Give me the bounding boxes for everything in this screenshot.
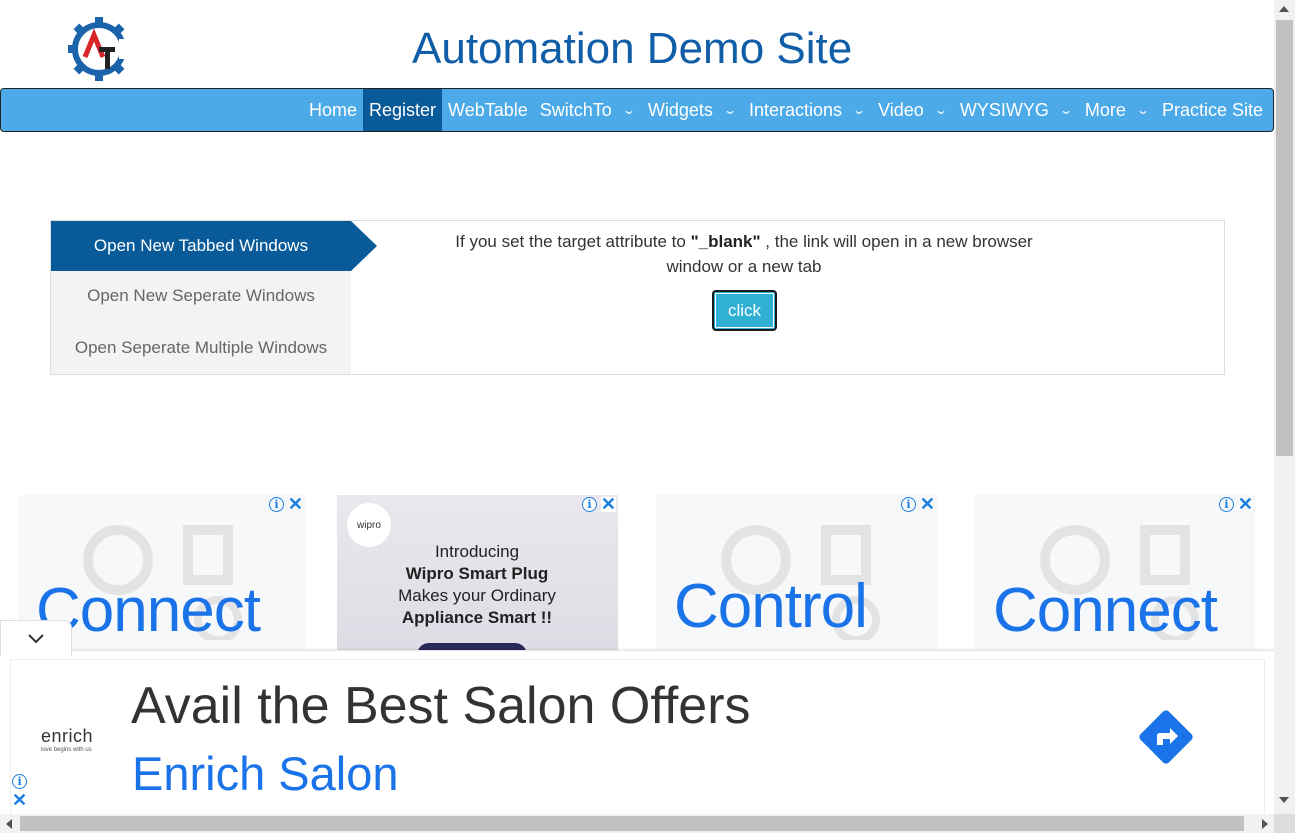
info-icon[interactable]: i [268, 497, 284, 512]
wipro-line-4: Appliance Smart !! [401, 608, 553, 627]
main-navbar: Home Register WebTable SwitchTo ⌄ Widgets ⌄ Int… [0, 88, 1274, 132]
close-icon[interactable]: ✕ [920, 495, 935, 513]
enrich-tagline: love begins with us [41, 747, 92, 753]
click-button[interactable]: click [712, 290, 777, 331]
wipro-line-3: Makes your Ordinary [398, 586, 556, 605]
chevron-down-icon: ⌄ [933, 103, 948, 117]
vertical-scrollbar[interactable] [1274, 0, 1295, 814]
close-icon[interactable]: ✕ [600, 495, 616, 513]
info-icon[interactable]: i [12, 774, 28, 789]
horizontal-scroll-thumb[interactable] [20, 816, 1244, 831]
nav-item-label: Video [878, 99, 924, 120]
site-title: Automation Demo Site [412, 24, 853, 73]
chevron-down-icon: ⌄ [722, 103, 737, 117]
enrich-logo: enrich love begins with us [41, 726, 111, 753]
close-icon[interactable]: ✕ [12, 791, 27, 809]
nav-item-label: Home [309, 99, 358, 120]
info-icon[interactable]: i [1218, 497, 1234, 512]
scroll-right-arrow-icon[interactable] [1262, 819, 1268, 829]
ad-banner-4[interactable]: i ✕ Connect [975, 495, 1255, 655]
close-icon[interactable]: ✕ [1238, 495, 1253, 513]
windows-panel: Open New Tabbed Windows Open New Seperat… [50, 220, 1225, 375]
nav-item-interactions[interactable]: Interactions ⌄ [743, 89, 872, 131]
chevron-down-icon [28, 633, 44, 643]
nav-item-label: Practice Site [1162, 99, 1264, 120]
tab-open-new-seperate-windows[interactable]: Open New Seperate Windows [51, 271, 351, 321]
nav-item-label: Register [369, 99, 437, 120]
ad-headline: Connect [993, 576, 1218, 645]
close-icon[interactable]: ✕ [288, 495, 303, 513]
ad-banner-3[interactable]: i ✕ Control [656, 495, 937, 655]
tab-description: If you set the target attribute to "_bla… [449, 229, 1039, 279]
info-icon[interactable]: i [900, 497, 916, 512]
scroll-down-arrow-icon[interactable] [1279, 797, 1289, 803]
tab-panel: If you set the target attribute to "_bla… [351, 221, 1224, 374]
chevron-down-icon: ⌄ [1135, 103, 1151, 117]
horizontal-scrollbar[interactable] [0, 814, 1274, 833]
bottom-anchor-ad[interactable]: enrich love begins with us Avail the Bes… [0, 650, 1274, 816]
enrich-brand: enrich [41, 726, 94, 746]
ad-controls: i ✕ [900, 495, 935, 513]
automation-gear-logo-icon [67, 17, 133, 81]
nav-item-label: WebTable [448, 99, 528, 120]
nav-item-wysiwyg[interactable]: WYSIWYG ⌄ [954, 89, 1079, 131]
nav-item-label: Interactions [748, 99, 843, 120]
ad-controls: i ✕ [1218, 495, 1253, 513]
bottom-ad-content: enrich love begins with us Avail the Bes… [10, 659, 1265, 816]
wipro-line-2: Wipro Smart Plug [405, 564, 549, 583]
bottom-ad-advertiser[interactable]: Enrich Salon [132, 746, 399, 801]
nav-item-video[interactable]: Video ⌄ [872, 89, 954, 131]
chevron-down-icon: ⌄ [621, 103, 636, 117]
nav-item-switchto[interactable]: SwitchTo ⌄ [534, 89, 642, 131]
tab-open-new-tabbed-windows[interactable]: Open New Tabbed Windows [51, 221, 377, 271]
chevron-down-icon: ⌄ [1058, 103, 1073, 117]
wipro-line-1: Introducing [434, 542, 520, 561]
desc-prefix: If you set the target attribute to [455, 232, 691, 251]
nav-item-register[interactable]: Register [363, 89, 443, 131]
tab-open-seperate-multiple-windows[interactable]: Open Seperate Multiple Windows [51, 321, 351, 374]
window-tabs: Open New Tabbed Windows Open New Seperat… [51, 221, 377, 374]
nav-item-widgets[interactable]: Widgets ⌄ [642, 89, 743, 131]
ad-controls: i ✕ [581, 495, 616, 513]
vertical-scroll-thumb[interactable] [1276, 20, 1293, 456]
scroll-left-arrow-icon[interactable] [6, 819, 12, 829]
nav-item-label: SwitchTo [539, 99, 612, 120]
site-logo[interactable] [67, 16, 133, 82]
scrollbar-corner [1274, 814, 1295, 833]
ad-controls: i ✕ [268, 495, 303, 513]
chevron-down-icon: ⌄ [852, 103, 867, 117]
ad-headline: Control [674, 572, 868, 641]
nav-item-label: WYSIWYG [959, 99, 1049, 120]
nav-item-home[interactable]: Home [303, 89, 363, 131]
directions-arrow-icon[interactable] [1137, 708, 1195, 766]
nav-item-more[interactable]: More ⌄ [1079, 89, 1156, 131]
desc-bold: "_blank" [690, 232, 761, 251]
scroll-up-arrow-icon[interactable] [1279, 6, 1289, 12]
wipro-copy: Introducing Wipro Smart Plug Makes your … [367, 541, 587, 629]
bottom-ad-controls: i ✕ [12, 774, 28, 809]
nav-item-label: Widgets [647, 99, 713, 120]
nav-item-label: More [1084, 99, 1126, 120]
nav-item-practice-site[interactable]: Practice Site [1156, 89, 1269, 131]
nav-item-webtable[interactable]: WebTable [442, 89, 534, 131]
ad-banner-2[interactable]: wipro i ✕ Introducing Wipro Smart Plug M… [337, 495, 618, 655]
info-icon[interactable]: i [581, 497, 597, 512]
bottom-ad-headline[interactable]: Avail the Best Salon Offers [131, 676, 751, 736]
collapse-ad-button[interactable] [0, 620, 72, 656]
page: Automation Demo Site Home Register WebTabl… [0, 0, 1295, 833]
nav-items: Home Register WebTable SwitchTo ⌄ Widgets ⌄ Int… [303, 89, 1269, 131]
